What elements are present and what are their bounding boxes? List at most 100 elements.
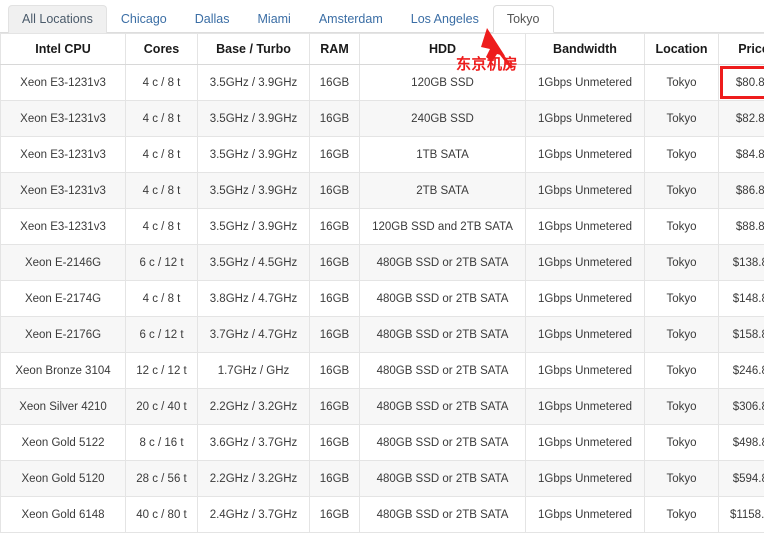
cell-base-turbo: 3.7GHz / 4.7GHz — [198, 317, 310, 353]
cell-base-turbo: 1.7GHz / GHz — [198, 353, 310, 389]
cell-hdd: 480GB SSD or 2TB SATA — [360, 353, 526, 389]
table-row[interactable]: Xeon E3-1231v34 c / 8 t3.5GHz / 3.9GHz16… — [1, 101, 764, 137]
cell-ram: 16GB — [310, 245, 360, 281]
cell-cores: 40 c / 80 t — [126, 497, 198, 533]
tab-tokyo[interactable]: Tokyo — [493, 5, 554, 33]
cell-cpu: Xeon E3-1231v3 — [1, 101, 126, 137]
cell-cpu: Xeon E3-1231v3 — [1, 173, 126, 209]
cell-cpu: Xeon Gold 6148 — [1, 497, 126, 533]
cell-cores: 6 c / 12 t — [126, 245, 198, 281]
column-header-price: Price — [719, 34, 764, 65]
cell-hdd: 120GB SSD and 2TB SATA — [360, 209, 526, 245]
column-header-hdd: HDD — [360, 34, 526, 65]
cell-ram: 16GB — [310, 353, 360, 389]
cell-cores: 4 c / 8 t — [126, 101, 198, 137]
cell-hdd: 480GB SSD or 2TB SATA — [360, 281, 526, 317]
cell-cpu: Xeon E3-1231v3 — [1, 137, 126, 173]
cell-cores: 4 c / 8 t — [126, 65, 198, 101]
cell-ram: 16GB — [310, 281, 360, 317]
cell-cpu: Xeon Bronze 3104 — [1, 353, 126, 389]
cell-cores: 12 c / 12 t — [126, 353, 198, 389]
column-header-location: Location — [645, 34, 719, 65]
column-header-base-turbo: Base / Turbo — [198, 34, 310, 65]
table-row[interactable]: Xeon E3-1231v34 c / 8 t3.5GHz / 3.9GHz16… — [1, 173, 764, 209]
cell-base-turbo: 3.5GHz / 3.9GHz — [198, 101, 310, 137]
tab-miami[interactable]: Miami — [244, 5, 305, 33]
tab-dallas[interactable]: Dallas — [181, 5, 244, 33]
cell-cpu: Xeon Gold 5120 — [1, 461, 126, 497]
cell-price: $498.88 — [719, 425, 764, 461]
table-row[interactable]: Xeon Bronze 310412 c / 12 t1.7GHz / GHz1… — [1, 353, 764, 389]
location-tab-bar: All LocationsChicagoDallasMiamiAmsterdam… — [0, 0, 764, 33]
cell-cores: 4 c / 8 t — [126, 137, 198, 173]
cell-bandwidth: 1Gbps Unmetered — [526, 425, 645, 461]
cell-base-turbo: 3.5GHz / 4.5GHz — [198, 245, 310, 281]
cell-cpu: Xeon Silver 4210 — [1, 389, 126, 425]
table-row[interactable]: Xeon E3-1231v34 c / 8 t3.5GHz / 3.9GHz16… — [1, 65, 764, 101]
cell-price: $594.88 — [719, 461, 764, 497]
cell-base-turbo: 3.5GHz / 3.9GHz — [198, 65, 310, 101]
cell-bandwidth: 1Gbps Unmetered — [526, 209, 645, 245]
cell-price: $88.88 — [719, 209, 764, 245]
cell-cores: 4 c / 8 t — [126, 173, 198, 209]
cell-location: Tokyo — [645, 245, 719, 281]
column-header-cores: Cores — [126, 34, 198, 65]
cell-hdd: 120GB SSD — [360, 65, 526, 101]
table-row[interactable]: Xeon E3-1231v34 c / 8 t3.5GHz / 3.9GHz16… — [1, 209, 764, 245]
table-row[interactable]: Xeon Gold 614840 c / 80 t2.4GHz / 3.7GHz… — [1, 497, 764, 533]
tab-amsterdam[interactable]: Amsterdam — [305, 5, 397, 33]
cell-price: $246.88 — [719, 353, 764, 389]
table-row[interactable]: Xeon Gold 51228 c / 16 t3.6GHz / 3.7GHz1… — [1, 425, 764, 461]
cell-price-highlighted: $80.88 — [719, 65, 764, 101]
cell-price: $138.88 — [719, 245, 764, 281]
cell-bandwidth: 1Gbps Unmetered — [526, 101, 645, 137]
cell-hdd: 480GB SSD or 2TB SATA — [360, 497, 526, 533]
cell-cores: 4 c / 8 t — [126, 281, 198, 317]
cell-location: Tokyo — [645, 281, 719, 317]
tab-los-angeles[interactable]: Los Angeles — [397, 5, 493, 33]
cell-bandwidth: 1Gbps Unmetered — [526, 137, 645, 173]
cell-ram: 16GB — [310, 461, 360, 497]
cell-location: Tokyo — [645, 65, 719, 101]
table-row[interactable]: Xeon Gold 512028 c / 56 t2.2GHz / 3.2GHz… — [1, 461, 764, 497]
table-row[interactable]: Xeon E-2146G6 c / 12 t3.5GHz / 4.5GHz16G… — [1, 245, 764, 281]
cell-bandwidth: 1Gbps Unmetered — [526, 245, 645, 281]
table-body: Xeon E3-1231v34 c / 8 t3.5GHz / 3.9GHz16… — [1, 65, 764, 533]
cell-cores: 6 c / 12 t — [126, 317, 198, 353]
cell-base-turbo: 3.5GHz / 3.9GHz — [198, 173, 310, 209]
cell-bandwidth: 1Gbps Unmetered — [526, 281, 645, 317]
cell-location: Tokyo — [645, 173, 719, 209]
cell-ram: 16GB — [310, 317, 360, 353]
cell-hdd: 480GB SSD or 2TB SATA — [360, 389, 526, 425]
cell-location: Tokyo — [645, 353, 719, 389]
table-header-row: Intel CPUCoresBase / TurboRAMHDDBandwidt… — [1, 34, 764, 65]
cell-hdd: 480GB SSD or 2TB SATA — [360, 425, 526, 461]
cell-cpu: Xeon Gold 5122 — [1, 425, 126, 461]
table-row[interactable]: Xeon Silver 421020 c / 40 t2.2GHz / 3.2G… — [1, 389, 764, 425]
tab-chicago[interactable]: Chicago — [107, 5, 181, 33]
cell-hdd: 240GB SSD — [360, 101, 526, 137]
cell-bandwidth: 1Gbps Unmetered — [526, 173, 645, 209]
cell-bandwidth: 1Gbps Unmetered — [526, 389, 645, 425]
cell-hdd: 2TB SATA — [360, 173, 526, 209]
cell-location: Tokyo — [645, 101, 719, 137]
cell-cpu: Xeon E-2176G — [1, 317, 126, 353]
cell-bandwidth: 1Gbps Unmetered — [526, 317, 645, 353]
cell-base-turbo: 2.4GHz / 3.7GHz — [198, 497, 310, 533]
cell-ram: 16GB — [310, 65, 360, 101]
cell-price: $306.88 — [719, 389, 764, 425]
cell-price: $148.88 — [719, 281, 764, 317]
cell-ram: 16GB — [310, 137, 360, 173]
cell-base-turbo: 2.2GHz / 3.2GHz — [198, 389, 310, 425]
cell-ram: 16GB — [310, 101, 360, 137]
cell-ram: 16GB — [310, 173, 360, 209]
cell-ram: 16GB — [310, 425, 360, 461]
table-row[interactable]: Xeon E-2176G6 c / 12 t3.7GHz / 4.7GHz16G… — [1, 317, 764, 353]
price-text: $80.88 — [736, 77, 764, 89]
cell-location: Tokyo — [645, 317, 719, 353]
column-header-bandwidth: Bandwidth — [526, 34, 645, 65]
tab-all-locations[interactable]: All Locations — [8, 5, 107, 33]
cell-price: $1158.88 — [719, 497, 764, 533]
table-row[interactable]: Xeon E-2174G4 c / 8 t3.8GHz / 4.7GHz16GB… — [1, 281, 764, 317]
table-row[interactable]: Xeon E3-1231v34 c / 8 t3.5GHz / 3.9GHz16… — [1, 137, 764, 173]
